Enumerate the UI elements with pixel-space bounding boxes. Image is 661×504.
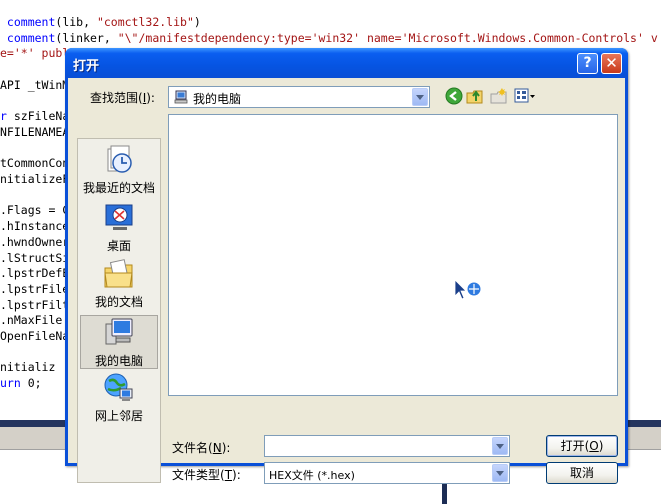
code-line: comment(lib, "comctl32.lib"): [0, 15, 201, 29]
network-places-icon: [104, 373, 133, 401]
filetype-dropdown-button[interactable]: [492, 464, 508, 482]
place-label: 网上邻居: [94, 409, 143, 423]
code-line: nitializ: [0, 360, 56, 375]
new-folder-icon[interactable]: [490, 87, 508, 105]
code-line: .Flags = C: [0, 203, 70, 218]
code-line: .nMaxFile: [0, 313, 63, 328]
cancel-button[interactable]: 取消: [546, 462, 618, 484]
places-bar: 我最近的文档 桌面 我的文档 我的电脑 网上邻居: [77, 138, 161, 483]
code-line: urn 0;: [0, 376, 42, 391]
code-line: comment(linker, "\"/manifestdependency:t…: [0, 30, 658, 45]
busy-cursor-icon: [454, 279, 482, 300]
help-button[interactable]: ?: [577, 53, 598, 74]
code-line: tCommonCon: [0, 156, 70, 171]
my-computer-small-icon: [174, 90, 188, 104]
open-button[interactable]: 打开(O): [546, 435, 618, 457]
up-folder-icon[interactable]: [466, 87, 484, 105]
code-line: NFILENAMEA: [0, 124, 70, 139]
close-button[interactable]: ✕: [601, 53, 622, 74]
place-my-computer[interactable]: 我的电脑: [80, 315, 158, 369]
place-label: 我的电脑: [94, 354, 143, 368]
place-label: 我最近的文档: [82, 181, 155, 195]
place-desktop[interactable]: 桌面: [80, 201, 158, 255]
help-icon: ?: [583, 55, 592, 71]
my-computer-icon: [105, 318, 133, 345]
filetype-value: HEX文件 (*.hex): [269, 469, 355, 482]
filetype-select[interactable]: HEX文件 (*.hex): [264, 462, 510, 484]
code-line: .hwndOwner: [0, 234, 70, 249]
open-file-dialog: 打开 ? ✕ 查找范围(I): 我的电脑 我最近的文档 桌面 我的文档 我的电脑…: [65, 48, 628, 484]
place-network[interactable]: 网上邻居: [80, 371, 158, 425]
place-my-documents[interactable]: 我的文档: [80, 257, 158, 311]
file-list-view[interactable]: [168, 114, 618, 396]
recent-documents-icon: [107, 145, 132, 173]
place-label: 我的文档: [94, 295, 143, 309]
look-in-value: 我的电脑: [193, 92, 242, 106]
close-icon: ✕: [605, 54, 618, 72]
code-line: .lStructSi: [0, 250, 70, 265]
filename-dropdown-button[interactable]: [492, 437, 508, 455]
code-line: .hInstance: [0, 219, 70, 234]
code-line: .lpstrFilt: [0, 297, 70, 312]
filename-input[interactable]: [264, 435, 510, 457]
look-in-label: 查找范围(I):: [90, 91, 155, 105]
dialog-body: 查找范围(I): 我的电脑 我最近的文档 桌面 我的文档 我的电脑 网上邻居 文…: [68, 78, 625, 484]
my-documents-icon: [104, 259, 133, 288]
code-line: r szFileNa: [0, 109, 70, 124]
code-line: .lpstrDefE: [0, 266, 70, 281]
filetype-label: 文件类型(T):: [172, 468, 241, 482]
code-line: e='*' publ: [0, 46, 70, 61]
place-label: 桌面: [106, 239, 131, 253]
desktop-icon: [105, 204, 133, 230]
place-recent-documents[interactable]: 我最近的文档: [80, 143, 158, 197]
code-line: OpenFileNa: [0, 329, 70, 343]
look-in-combo[interactable]: 我的电脑: [168, 86, 430, 108]
back-icon[interactable]: [445, 87, 463, 105]
dialog-titlebar[interactable]: 打开 ? ✕: [65, 48, 628, 78]
dialog-title: 打开: [73, 59, 100, 74]
code-line: .lpstrFile: [0, 281, 70, 296]
view-menu-icon[interactable]: [514, 87, 536, 105]
code-line: nitializeF: [0, 172, 70, 186]
filename-label: 文件名(N):: [172, 441, 231, 455]
look-in-dropdown-button[interactable]: [412, 88, 428, 106]
code-line: API _tWinM: [0, 77, 70, 92]
